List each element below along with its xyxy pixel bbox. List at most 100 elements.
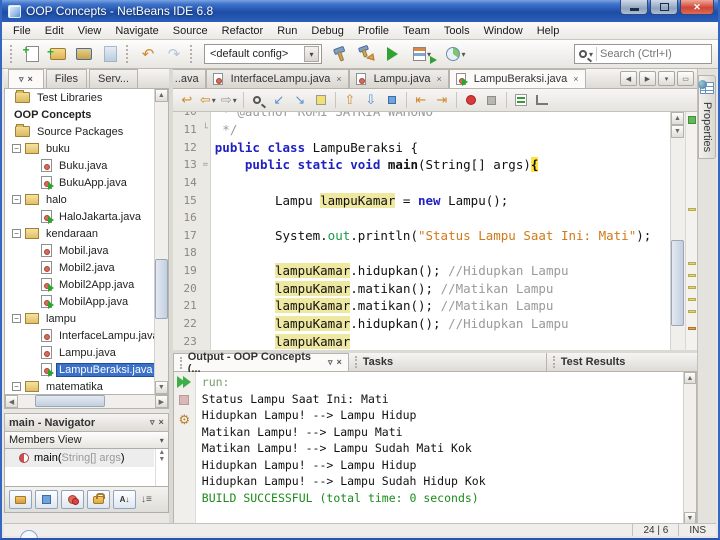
tab-properties[interactable]: Properties xyxy=(698,75,716,159)
scroll-up-icon[interactable]: ▲ xyxy=(684,372,696,384)
panel-minimize-icon[interactable]: ▿ xyxy=(328,357,333,368)
scroll-up-icon[interactable]: ▲ xyxy=(671,112,684,125)
panel-close-icon[interactable]: × xyxy=(28,74,33,84)
code-line-10[interactable]: 10 * @author ROMI SATRIA WAHONO xyxy=(173,112,697,121)
menu-profile[interactable]: Profile xyxy=(351,23,396,39)
config-select[interactable]: <default config> ▾ xyxy=(204,44,322,64)
open-project-button[interactable] xyxy=(72,42,96,66)
toolbar-grip[interactable] xyxy=(190,45,194,63)
collapse-handle-icon[interactable]: − xyxy=(12,314,21,323)
tab-projects[interactable]: ▿ × xyxy=(8,69,44,88)
occurrence-mark[interactable] xyxy=(688,274,696,277)
collapse-handle-icon[interactable]: − xyxy=(12,195,21,204)
editor-vertical-scrollbar[interactable]: ▲ ▼ xyxy=(670,112,685,350)
build-project-button[interactable] xyxy=(328,42,352,66)
member-main-method[interactable]: main(String[] args) xyxy=(5,449,154,467)
rerun-button[interactable] xyxy=(177,376,191,388)
code-line-12[interactable]: 12public class LampuBeraksi { xyxy=(173,138,697,156)
menu-window[interactable]: Window xyxy=(477,23,530,39)
uncomment-lines-button[interactable] xyxy=(532,91,552,110)
navigator-view-select[interactable]: Members View ▾ xyxy=(4,432,169,449)
collapse-handle-icon[interactable]: − xyxy=(12,382,21,391)
tree-item-lampuberaksi-java[interactable]: LampuBeraksi.java xyxy=(5,361,168,378)
code-line-17[interactable]: 17 System.out.println("Status Lampu Saat… xyxy=(173,226,697,244)
editor-tab--ava[interactable]: ..ava xyxy=(173,69,206,88)
menu-help[interactable]: Help xyxy=(530,23,567,39)
editor-tab-lampu-java[interactable]: Lampu.java× xyxy=(349,69,449,88)
maximize-editor-icon[interactable]: ▭ xyxy=(677,71,694,86)
scrollbar-thumb[interactable] xyxy=(155,259,168,319)
sort-by-name-button[interactable]: A↓ xyxy=(113,490,136,509)
projects-tree[interactable]: ▲ ▼ Test LibrariesOOP ConceptsSource Pac… xyxy=(4,89,169,395)
editor-tab-lampuberaksi-java[interactable]: LampuBeraksi.java× xyxy=(449,69,586,88)
stop-build-button[interactable] xyxy=(179,395,189,405)
code-line-22[interactable]: 22 lampuKamar.hidupkan(); //Hidupkan Lam… xyxy=(173,315,697,333)
tree-item-buku[interactable]: −buku xyxy=(5,140,168,157)
sort-by-source-button[interactable]: ↓≡ xyxy=(141,494,152,505)
code-fold-marker[interactable]: = xyxy=(201,156,211,174)
scroll-down-icon[interactable]: ▼ xyxy=(671,125,684,138)
toggle-highlight-button[interactable] xyxy=(311,91,331,110)
debug-project-button[interactable]: ▾ xyxy=(406,42,438,66)
find-selection-button[interactable] xyxy=(248,91,268,110)
collapse-handle-icon[interactable]: − xyxy=(12,229,21,238)
error-stripe[interactable] xyxy=(685,112,697,350)
tab-close-icon[interactable]: × xyxy=(573,74,578,84)
tab-list-icon[interactable]: ▾ xyxy=(658,71,675,86)
code-editor[interactable]: 10 * @author ROMI SATRIA WAHONO11└ */12p… xyxy=(173,112,697,350)
minimize-button[interactable] xyxy=(620,0,648,15)
next-bookmark-button[interactable]: ⇩ xyxy=(361,91,381,110)
tab-close-icon[interactable]: × xyxy=(336,74,341,84)
tree-item-halojakarta-java[interactable]: HaloJakarta.java xyxy=(5,208,168,225)
tree-item-mobil-java[interactable]: Mobil.java xyxy=(5,242,168,259)
close-button[interactable]: ✕ xyxy=(680,0,714,15)
code-line-11[interactable]: 11└ */ xyxy=(173,121,697,139)
code-line-19[interactable]: 19 lampuKamar.hidupkan(); //Hidupkan Lam… xyxy=(173,262,697,280)
menu-debug[interactable]: Debug xyxy=(304,23,350,39)
output-console[interactable]: run:Status Lampu Saat Ini: MatiHidupkan … xyxy=(196,372,696,524)
tab-tasks[interactable]: Tasks xyxy=(349,353,547,371)
redo-button[interactable]: ↷ xyxy=(162,42,186,66)
previous-bookmark-button[interactable]: ⇧ xyxy=(340,91,360,110)
tab-close-icon[interactable]: × xyxy=(436,74,441,84)
code-fold-marker[interactable]: └ xyxy=(201,121,211,139)
find-previous-occurrence-button[interactable]: ↙ xyxy=(269,91,289,110)
menu-source[interactable]: Source xyxy=(166,23,215,39)
menu-view[interactable]: View xyxy=(71,23,109,39)
scrollbar-thumb[interactable] xyxy=(35,395,105,407)
panel-minimize-icon[interactable]: ▿ xyxy=(19,74,24,85)
tree-item-mobilapp-java[interactable]: MobilApp.java xyxy=(5,293,168,310)
undo-button[interactable]: ↶ xyxy=(136,42,160,66)
occurrence-mark[interactable] xyxy=(688,208,696,211)
code-line-13[interactable]: 13= public static void main(String[] arg… xyxy=(173,156,697,174)
scroll-left-icon[interactable]: ◀ xyxy=(5,395,18,408)
tree-item-lampu[interactable]: −lampu xyxy=(5,310,168,327)
code-line-15[interactable]: 15 Lampu lampuKamar = new Lampu(); xyxy=(173,191,697,209)
scrollbar-thumb[interactable] xyxy=(671,240,684,326)
tree-item-bukuapp-java[interactable]: BukuApp.java xyxy=(5,174,168,191)
stop-macro-button[interactable] xyxy=(482,91,502,110)
occurrence-mark[interactable] xyxy=(688,310,696,313)
tree-item-mobil2-java[interactable]: Mobil2.java xyxy=(5,259,168,276)
previous-edit-button[interactable]: ⇤ xyxy=(411,91,431,110)
editor-tab-interfacelampu-java[interactable]: InterfaceLampu.java× xyxy=(206,69,349,88)
run-project-button[interactable] xyxy=(380,42,404,66)
menu-edit[interactable]: Edit xyxy=(38,23,71,39)
tree-item-oop-concepts[interactable]: OOP Concepts xyxy=(5,106,168,123)
code-line-20[interactable]: 20 lampuKamar.matikan(); //Matikan Lampu xyxy=(173,279,697,297)
menu-refactor[interactable]: Refactor xyxy=(215,23,271,39)
next-edit-button[interactable]: ⇥ xyxy=(432,91,452,110)
occurrence-mark[interactable] xyxy=(688,286,696,289)
forward-button[interactable]: ⇨▾ xyxy=(219,91,239,110)
back-button[interactable]: ⇦▾ xyxy=(198,91,218,110)
quick-search[interactable]: ▾ xyxy=(574,44,712,64)
toggle-bookmark-button[interactable] xyxy=(382,91,402,110)
tree-item-interfacelampu-java[interactable]: InterfaceLampu.java xyxy=(5,327,168,344)
toolbar-grip[interactable] xyxy=(10,45,14,63)
tree-vertical-scrollbar[interactable]: ▲ ▼ xyxy=(154,89,168,394)
scroll-tabs-right-icon[interactable]: ▶ xyxy=(639,71,656,86)
panel-minimize-icon[interactable]: ▿ xyxy=(150,417,155,428)
tab-output[interactable]: Output - OOP Concepts (... ▿ × xyxy=(173,353,349,371)
menu-team[interactable]: Team xyxy=(396,23,437,39)
show-inherited-members-button[interactable] xyxy=(9,490,32,509)
